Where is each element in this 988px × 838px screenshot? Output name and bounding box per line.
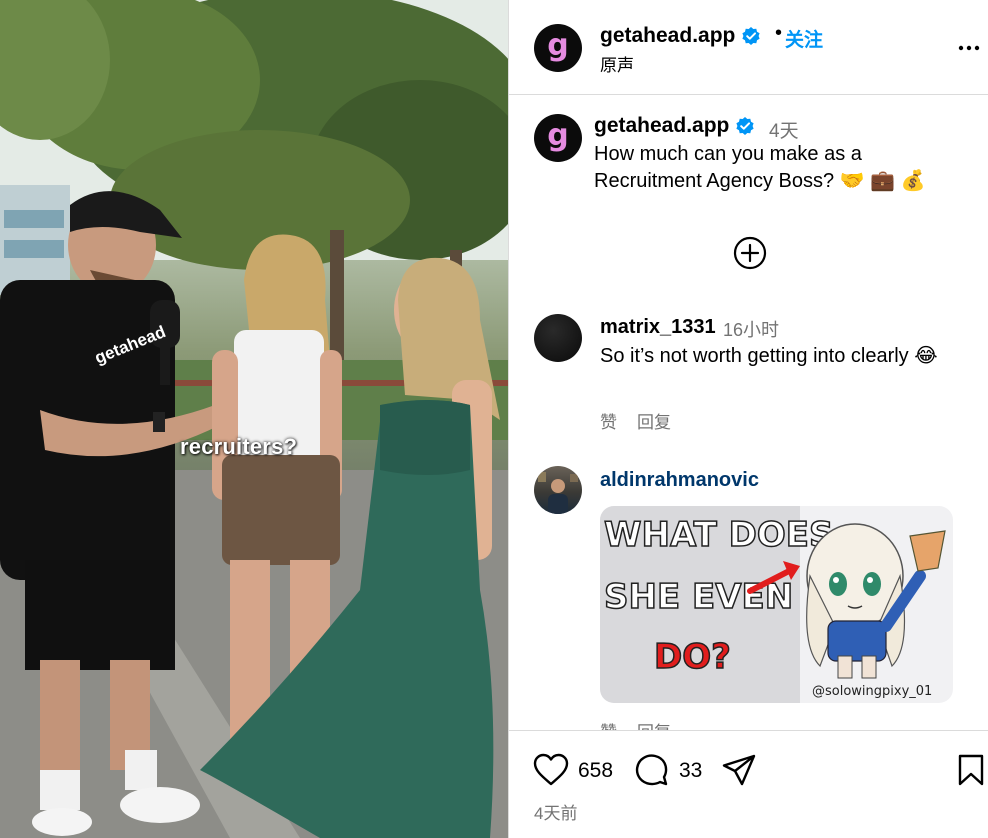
account-name-row[interactable]: getahead.app bbox=[600, 24, 761, 48]
account-avatar[interactable]: g bbox=[534, 24, 582, 72]
avatar-letter: g bbox=[547, 28, 569, 63]
load-more-comments-icon[interactable] bbox=[733, 236, 767, 270]
comment-like-button[interactable]: 赞 bbox=[600, 408, 617, 433]
post-date[interactable]: 4天前 bbox=[534, 799, 577, 824]
commenter-username[interactable]: aldinrahmanovic bbox=[600, 469, 759, 492]
comment-reply-button[interactable]: 回复 bbox=[637, 408, 671, 433]
follow-button[interactable]: 关注 bbox=[785, 25, 823, 52]
gif-credit: @solowingpixy_01 bbox=[812, 684, 933, 699]
commenter-username[interactable]: matrix_1331 bbox=[600, 316, 716, 339]
video-player[interactable]: getahead recruiters? bbox=[0, 0, 508, 838]
separator-dot: • bbox=[775, 22, 783, 44]
bookmark-icon[interactable] bbox=[957, 753, 985, 787]
comment-time[interactable]: 16小时 bbox=[723, 316, 779, 342]
verified-badge-icon bbox=[736, 117, 754, 136]
verified-badge-icon bbox=[742, 27, 760, 46]
heart-icon[interactable] bbox=[533, 753, 569, 787]
share-icon[interactable] bbox=[721, 753, 757, 787]
more-horizontal-icon[interactable] bbox=[957, 36, 981, 60]
avatar-letter: g bbox=[547, 118, 569, 153]
account-name[interactable]: getahead.app bbox=[600, 24, 735, 47]
gif-illustration: WHAT DOES SHE EVEN DO? bbox=[600, 506, 946, 703]
comment-icon[interactable] bbox=[633, 753, 669, 787]
comment-gif[interactable]: WHAT DOES SHE EVEN DO? @solowingpixy_01 bbox=[600, 506, 953, 703]
comment-count[interactable]: 33 bbox=[679, 759, 702, 783]
post-actions-bar: 658 33 4天前 bbox=[509, 730, 988, 838]
post-viewer: getahead recruiters? g getahead.app • 关注… bbox=[0, 0, 988, 838]
caption-time[interactable]: 4天 bbox=[769, 116, 799, 143]
caption-author-name[interactable]: getahead.app bbox=[594, 114, 729, 137]
like-count[interactable]: 658 bbox=[578, 759, 613, 783]
avatar-photo bbox=[538, 472, 578, 514]
video-subtitle: recruiters? bbox=[180, 434, 298, 459]
comments-scroll-area[interactable]: g getahead.app 4天 How much can you make … bbox=[509, 96, 988, 730]
comment-reply-button[interactable]: 回复 bbox=[637, 718, 671, 730]
commenter-avatar[interactable] bbox=[534, 466, 582, 514]
post-header: g getahead.app • 关注 原声 bbox=[509, 0, 988, 95]
original-audio-link[interactable]: 原声 bbox=[600, 51, 634, 76]
caption-author-avatar[interactable]: g bbox=[534, 114, 582, 162]
gif-text-line-3: DO? bbox=[654, 637, 731, 677]
video-frame-illustration bbox=[0, 0, 508, 838]
comment-like-button[interactable]: 赞 bbox=[600, 718, 617, 730]
caption-author-row[interactable]: getahead.app bbox=[594, 114, 755, 138]
commenter-avatar[interactable] bbox=[534, 314, 582, 362]
post-sidebar: g getahead.app • 关注 原声 g getahead.app 4天… bbox=[508, 0, 988, 838]
comment-text: So it’s not worth getting into clearly 😂 bbox=[600, 345, 938, 367]
gif-text-line-1: WHAT DOES bbox=[604, 515, 834, 555]
caption-text: How much can you make as a Recruitment A… bbox=[594, 143, 926, 192]
